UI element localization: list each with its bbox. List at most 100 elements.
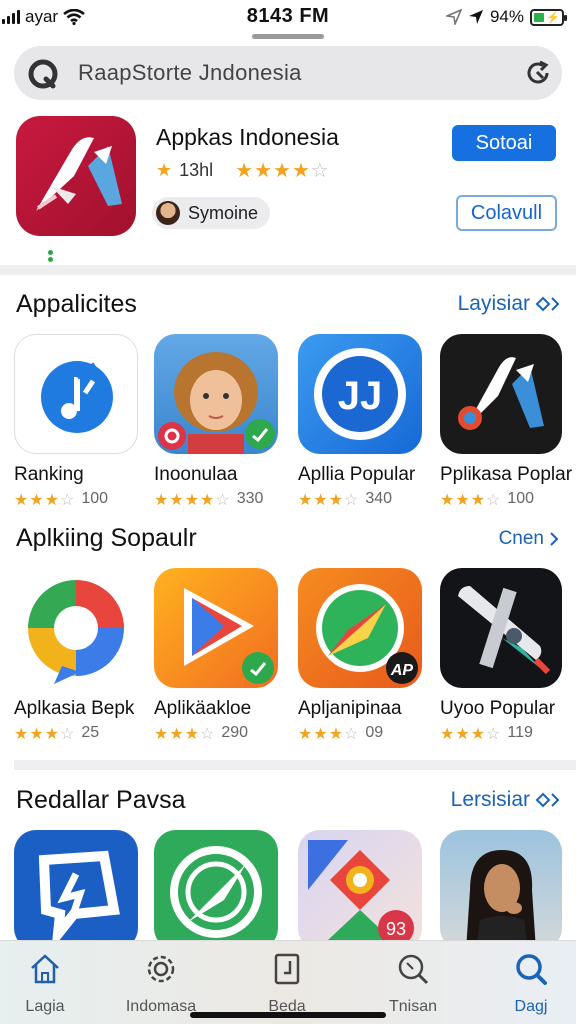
sheet-grabber[interactable] bbox=[252, 34, 324, 39]
section-title: Aplkiing Sopaulr bbox=[16, 524, 197, 552]
rating-count: 100 bbox=[81, 490, 109, 507]
featured-rating: ★ 13hl ★★★★☆ bbox=[156, 158, 330, 183]
see-all-label: Cnen bbox=[498, 528, 544, 549]
rocket-icon bbox=[36, 137, 122, 211]
rating-stars: ★★★☆ bbox=[154, 726, 216, 743]
home-indicator[interactable] bbox=[190, 1012, 386, 1018]
woman-photo-icon bbox=[466, 850, 536, 950]
app-icon bbox=[154, 568, 278, 688]
rating-count: 09 bbox=[365, 724, 384, 741]
rating-count: 119 bbox=[507, 724, 533, 741]
app-card[interactable]: Pplikasa Poplar ★★★☆ 100 bbox=[440, 334, 573, 510]
rating-count: 340 bbox=[365, 490, 393, 507]
app-card[interactable]: JJ Apllia Popular ★★★☆ 340 bbox=[298, 334, 426, 510]
jj-logo-icon: JJ bbox=[314, 348, 406, 440]
app-icon bbox=[14, 568, 138, 688]
child-photo-icon bbox=[158, 352, 275, 454]
app-rating: ★★★☆ 340 bbox=[298, 490, 426, 510]
app-card[interactable]: 93 bbox=[298, 830, 426, 950]
rating-count: 290 bbox=[221, 724, 249, 741]
music-note-icon bbox=[41, 361, 113, 433]
app-icon bbox=[154, 830, 278, 950]
chat-bubble-icon bbox=[28, 580, 124, 684]
search-input[interactable]: RaapStorte Jndonesia bbox=[14, 46, 562, 100]
tab-home[interactable]: Lagia bbox=[0, 951, 100, 1016]
featured-app-icon[interactable] bbox=[16, 116, 136, 236]
location-arrow-icon bbox=[445, 9, 462, 25]
document-icon bbox=[274, 953, 300, 985]
rating-count: 25 bbox=[81, 724, 100, 741]
play-arrow-icon bbox=[184, 588, 274, 684]
see-all-label: Layisiar bbox=[457, 292, 530, 315]
app-icon bbox=[440, 334, 562, 454]
app-name: Pplikasa Poplar bbox=[440, 464, 573, 485]
user-name: Symoine bbox=[188, 202, 259, 223]
section-divider bbox=[0, 265, 576, 275]
app-name: Aplkasia Bepk bbox=[14, 698, 135, 719]
app-card[interactable]: Uyoo Popular ★★★☆ 119 bbox=[440, 568, 568, 744]
app-name: Apllia Popular bbox=[298, 464, 416, 485]
app-icon bbox=[440, 830, 562, 950]
svg-text:JJ: JJ bbox=[338, 374, 383, 418]
see-all-link[interactable]: Layisiar bbox=[458, 292, 560, 316]
tab-search[interactable]: Tnisan bbox=[358, 951, 468, 1016]
status-right: 94% ⚡ bbox=[445, 7, 567, 27]
secondary-button[interactable]: Colavull bbox=[456, 195, 557, 231]
app-rating: ★★★★☆ 330 bbox=[154, 490, 282, 510]
gear-icon bbox=[147, 955, 175, 983]
rating-count: 100 bbox=[507, 490, 535, 507]
app-rating: ★★★☆ 290 bbox=[154, 724, 282, 744]
message-bolt-icon bbox=[38, 850, 120, 950]
app-card[interactable] bbox=[14, 830, 142, 950]
rating-stars: ★★★★☆ bbox=[154, 492, 231, 509]
avatar bbox=[156, 201, 180, 225]
rating-stars: ★★★☆ bbox=[440, 492, 502, 509]
app-card[interactable]: Inoonulaa ★★★★☆ 330 bbox=[154, 334, 282, 510]
svg-text:AP: AP bbox=[390, 662, 414, 679]
app-icon bbox=[440, 568, 562, 688]
rating-stars: ★★★☆ bbox=[298, 492, 360, 509]
section-title: Appalicites bbox=[16, 290, 137, 318]
spaceship-icon bbox=[458, 586, 551, 675]
app-icon: 93 bbox=[298, 830, 422, 950]
refresh-icon[interactable] bbox=[524, 59, 552, 87]
tab-settings[interactable]: Indomasa bbox=[106, 951, 216, 1016]
app-rating: ★★★☆ 25 bbox=[14, 724, 142, 744]
chevron-right-icon bbox=[535, 296, 560, 312]
search-icon bbox=[398, 954, 429, 985]
chevron-right-icon bbox=[535, 792, 560, 808]
app-name: Inoonulaa bbox=[154, 464, 238, 485]
see-all-link[interactable]: Lersisiar bbox=[451, 788, 560, 812]
app-card[interactable]: Aplkasia Bepk ★★★☆ 25 bbox=[14, 568, 142, 744]
home-icon bbox=[31, 954, 59, 984]
tab-label: Lagia bbox=[25, 998, 65, 1015]
search-placeholder: RaapStorte Jndonesia bbox=[78, 60, 302, 85]
rating-count: 330 bbox=[236, 490, 264, 507]
location-arrow-icon bbox=[468, 10, 483, 24]
get-button[interactable]: Sotoai bbox=[452, 125, 556, 161]
app-card[interactable]: Aplikäakloe ★★★☆ 290 bbox=[154, 568, 282, 744]
chevron-right-icon bbox=[550, 532, 559, 546]
compass-icon: AP bbox=[316, 584, 418, 684]
rating-stars: ★★★☆ bbox=[440, 726, 502, 743]
app-card[interactable] bbox=[154, 830, 282, 950]
rating-stars: ★★★☆ bbox=[14, 492, 76, 509]
see-all-link[interactable]: Cnen bbox=[499, 528, 560, 550]
app-card[interactable]: Ranking ★★★☆ 100 bbox=[14, 334, 142, 510]
see-all-label: Lersisiar bbox=[450, 788, 530, 811]
user-chip[interactable]: Symoine bbox=[152, 197, 271, 229]
app-card[interactable] bbox=[440, 830, 568, 950]
tab-documents[interactable]: Beda bbox=[232, 951, 342, 1016]
search-icon bbox=[516, 954, 547, 985]
app-icon bbox=[14, 334, 138, 454]
tab-label: Dagj bbox=[514, 998, 548, 1015]
rating-stars: ★★★☆ bbox=[298, 726, 360, 743]
rating-stars: ★★★☆ bbox=[14, 726, 76, 743]
tab-search-active[interactable]: Dagj bbox=[476, 951, 576, 1016]
app-card[interactable]: AP Apljanipinaa ★★★☆ 09 bbox=[298, 568, 426, 744]
app-icon: AP bbox=[298, 568, 422, 688]
app-rating: ★★★☆ 100 bbox=[440, 490, 568, 510]
battery-percent: 94% bbox=[489, 7, 524, 26]
app-rating: ★★★☆ 09 bbox=[298, 724, 426, 744]
app-name: Ranking bbox=[14, 464, 84, 485]
